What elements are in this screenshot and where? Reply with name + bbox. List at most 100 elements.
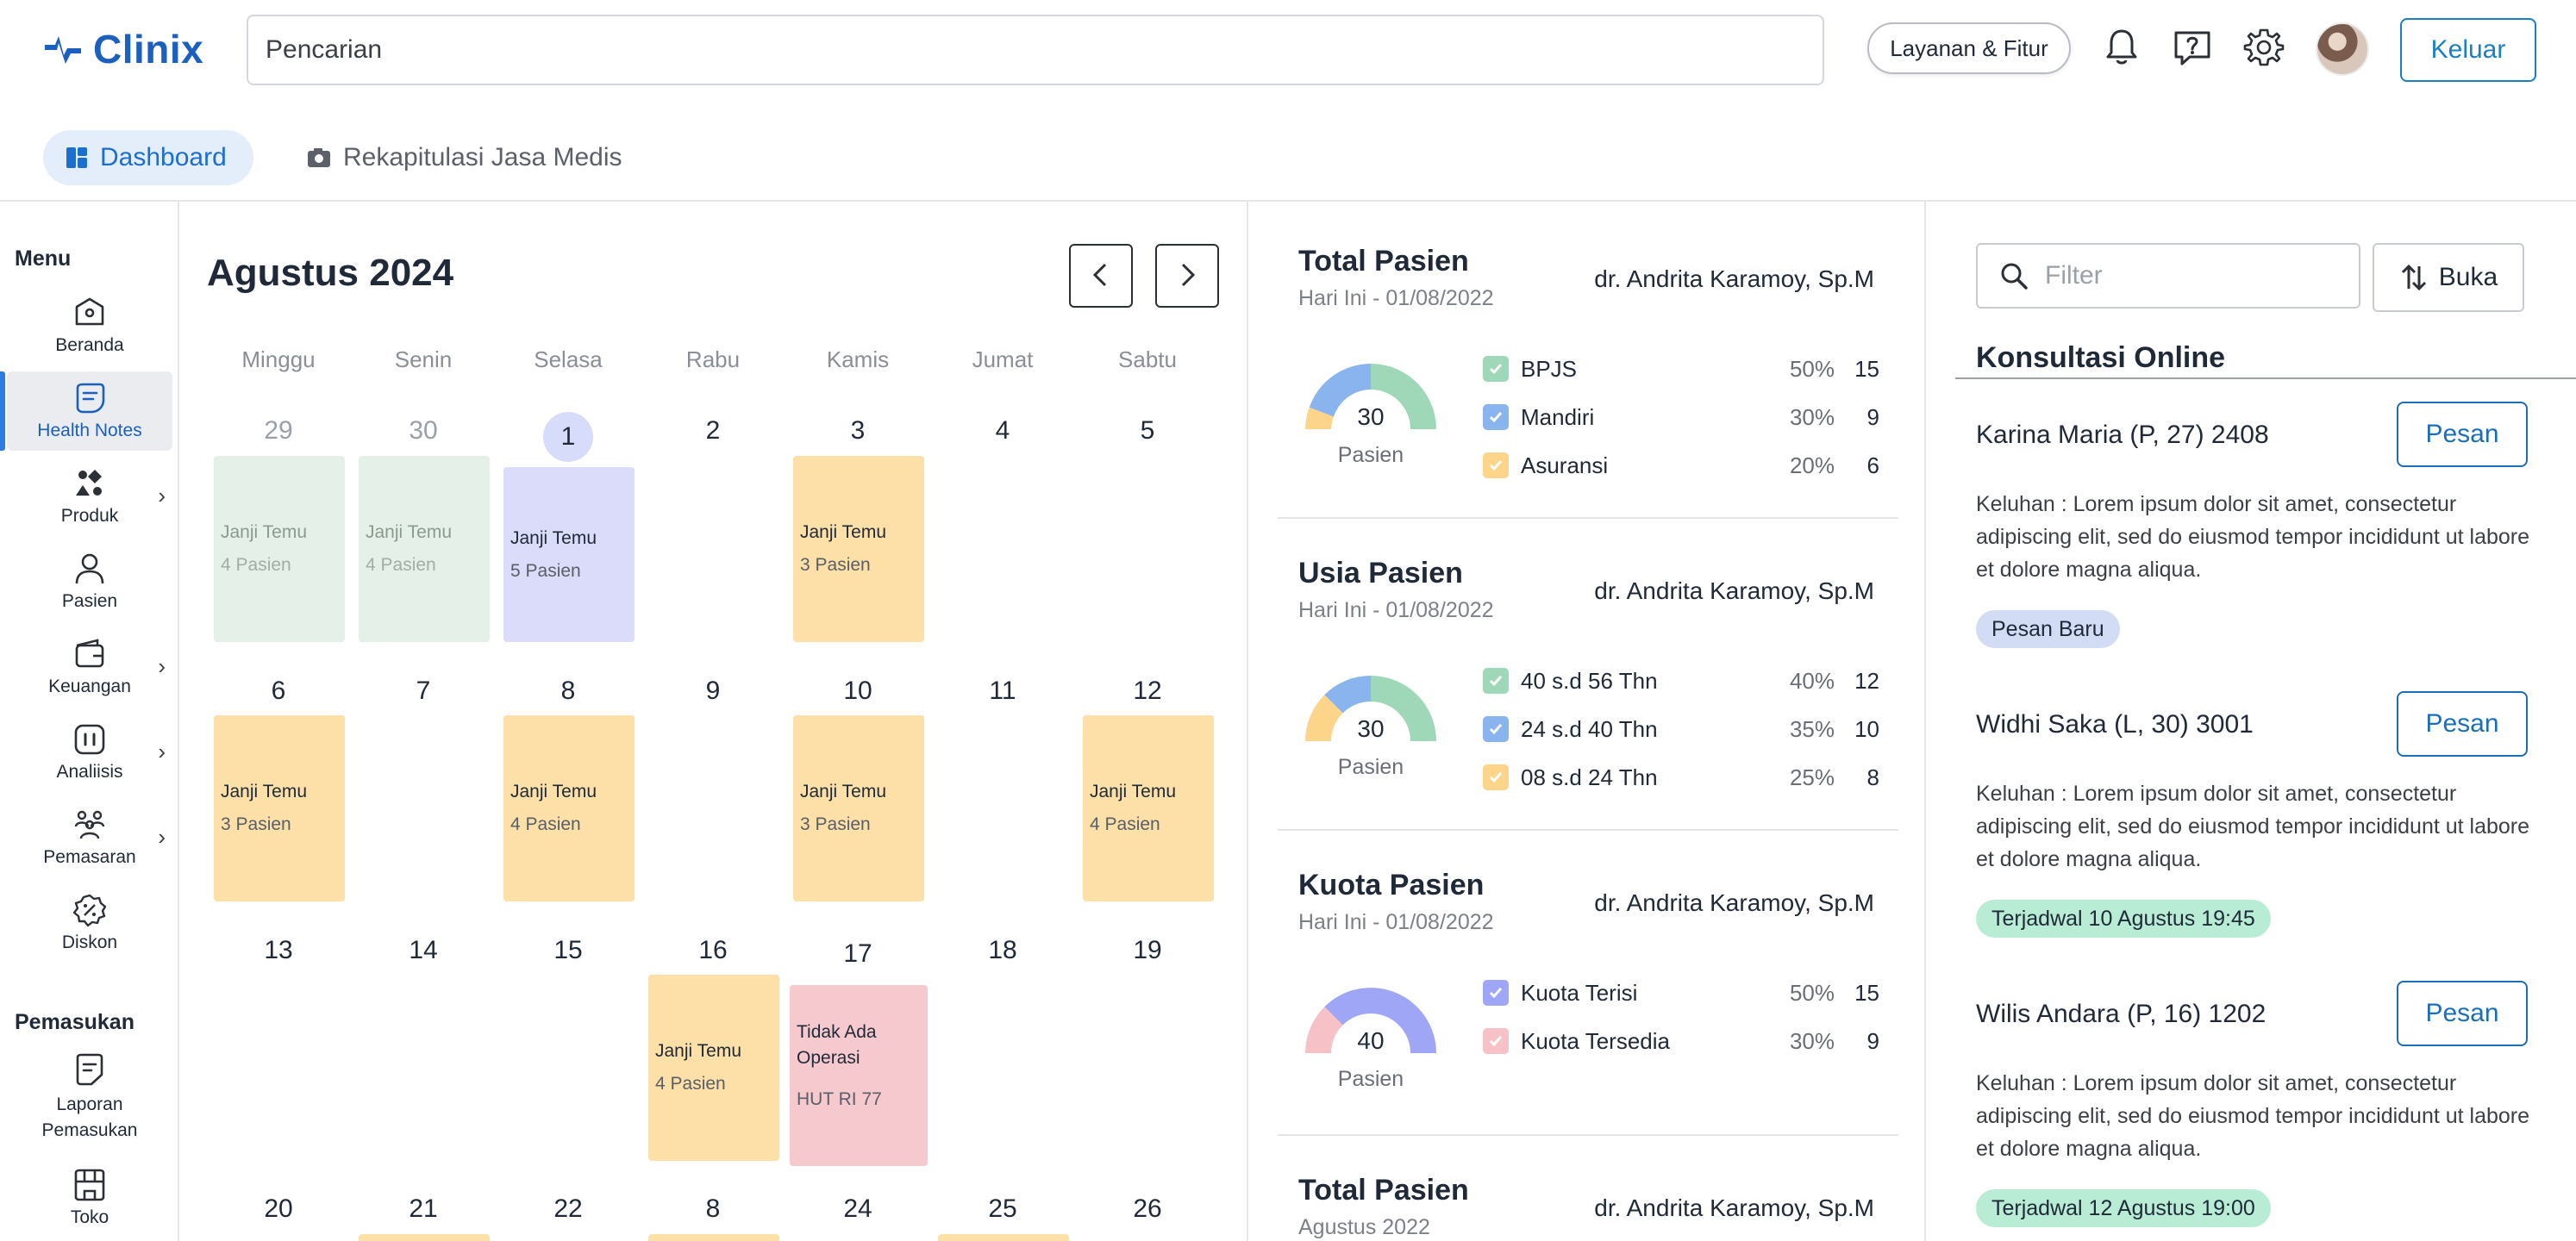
pesan-button[interactable]: Pesan (2397, 981, 2528, 1046)
calendar-day[interactable]: 12 (1075, 677, 1220, 706)
calendar-day[interactable]: 11 (930, 677, 1075, 706)
calendar-day[interactable]: 19 (1075, 936, 1220, 965)
legend-percent: 20% (1789, 452, 1835, 478)
legend-percent: 35% (1789, 715, 1835, 742)
chevron-right-icon (1181, 263, 1196, 286)
calendar-day-today[interactable]: 1 (496, 422, 641, 452)
bell-icon[interactable] (2100, 26, 2143, 69)
sort-button[interactable]: Buka (2373, 243, 2524, 312)
help-icon[interactable] (2171, 26, 2214, 69)
prev-month-button[interactable] (1069, 244, 1133, 308)
calendar-day[interactable]: 21 (351, 1194, 496, 1224)
event-card[interactable]: Janji Temu 5 Pasien (503, 467, 635, 642)
legend-percent: 40% (1789, 667, 1835, 694)
event-card-partial[interactable] (359, 1234, 490, 1241)
legend-row: Kuota Tersedia 30% 9 (1483, 1024, 1879, 1058)
event-card[interactable]: Janji Temu 3 Pasien (214, 715, 345, 901)
sidebar-item-pemasaran[interactable]: Pemasaran › (7, 798, 172, 877)
tab-rekapitulasi[interactable]: Rekapitulasi Jasa Medis (284, 130, 644, 185)
sidebar-item-laporan-pemasukan[interactable]: Laporan Pemasukan (7, 1050, 172, 1146)
legend-row: BPJS 50% 15 (1483, 352, 1879, 386)
card-subtitle: Hari Ini - 01/08/2022 (1298, 910, 1494, 934)
calendar-day[interactable]: 10 (785, 677, 930, 706)
sidebar-item-label: Health Notes (37, 421, 142, 440)
calendar-day[interactable]: 4 (930, 416, 1075, 446)
check-icon (1483, 404, 1509, 430)
calendar-day[interactable]: 20 (206, 1194, 351, 1224)
event-title: Janji Temu (800, 782, 886, 801)
event-card[interactable]: Janji Temu 3 Pasien (793, 715, 924, 901)
calendar-day[interactable]: 7 (351, 677, 496, 706)
legend-percent: 50% (1789, 355, 1835, 382)
calendar-day[interactable]: 17 (785, 939, 930, 969)
tab-label: Rekapitulasi Jasa Medis (343, 143, 622, 171)
sidebar-item-health-notes[interactable]: Health Notes (0, 371, 172, 451)
sidebar-item-produk[interactable]: Produk › (7, 457, 172, 536)
filter-input[interactable]: Filter (1976, 243, 2360, 309)
event-card[interactable]: Janji Temu 3 Pasien (793, 456, 924, 642)
next-month-button[interactable] (1155, 244, 1219, 308)
calendar-day[interactable]: 25 (930, 1194, 1075, 1224)
check-icon (1483, 1028, 1509, 1054)
calendar-day[interactable]: 29 (206, 416, 351, 446)
event-card-partial[interactable] (938, 1234, 1069, 1241)
legend-name: Kuota Tersedia (1521, 1027, 1670, 1054)
weekday-header: Sabtu (1118, 346, 1177, 372)
brand-logo[interactable]: Clinix (43, 26, 203, 72)
event-card[interactable]: Janji Temu 4 Pasien (648, 975, 779, 1161)
event-card[interactable]: Janji Temu 4 Pasien (503, 715, 635, 901)
event-card-holiday[interactable]: Tidak Ada Operasi HUT RI 77 (790, 985, 928, 1166)
tab-dashboard[interactable]: Dashboard (43, 130, 253, 185)
card-doctor: dr. Andrita Karamoy, Sp.M (1594, 889, 1874, 916)
gear-icon[interactable] (2242, 26, 2285, 69)
legend-value: 9 (1866, 1027, 1879, 1054)
divider (1278, 517, 1898, 519)
calendar-day[interactable]: 24 (785, 1194, 930, 1224)
event-card[interactable]: Janji Temu 4 Pasien (1083, 715, 1214, 901)
sidebar-item-pasien[interactable]: Pasien (7, 542, 172, 621)
card-doctor: dr. Andrita Karamoy, Sp.M (1594, 265, 1874, 292)
calendar-day[interactable]: 16 (641, 936, 785, 965)
event-card[interactable]: Janji Temu 4 Pasien (359, 456, 490, 642)
sidebar-item-keuangan[interactable]: Keuangan › (7, 627, 172, 707)
sidebar-item-toko[interactable]: Toko (7, 1158, 172, 1238)
legend-row: Asuransi 20% 6 (1483, 448, 1879, 483)
calendar-day[interactable]: 26 (1075, 1194, 1220, 1224)
stat-card-total-pasien-monthly: Total Pasien Agustus 2022 dr. Andrita Ka… (1278, 1174, 1898, 1241)
stat-card-usia-pasien: Usia Pasien Hari Ini - 01/08/2022 dr. An… (1278, 557, 1898, 790)
pesan-button[interactable]: Pesan (2397, 402, 2528, 467)
calendar-day[interactable]: 8 (641, 1194, 785, 1224)
donut-value: 30 (1357, 715, 1385, 742)
card-subtitle: Agustus 2022 (1298, 1215, 1430, 1239)
legend-value: 9 (1866, 403, 1879, 430)
legend-row: 24 s.d 40 Thn 35% 10 (1483, 712, 1879, 746)
user-avatar[interactable] (2316, 22, 2369, 76)
sidebar-item-diskon[interactable]: Diskon (7, 883, 172, 963)
calendar-day[interactable]: 9 (641, 677, 785, 706)
logout-button[interactable]: Keluar (2400, 18, 2536, 82)
sidebar-item-beranda[interactable]: Beranda (7, 286, 172, 365)
calendar-day[interactable]: 2 (641, 416, 785, 446)
event-title: Tidak Ada Operasi (797, 1022, 877, 1068)
legend-name: 40 s.d 56 Thn (1521, 667, 1658, 694)
calendar-day[interactable]: 18 (930, 936, 1075, 965)
legend-row: 40 s.d 56 Thn 40% 12 (1483, 664, 1879, 698)
search-input[interactable] (247, 15, 1824, 85)
calendar-day[interactable]: 8 (496, 677, 641, 706)
legend-name: Kuota Terisi (1521, 979, 1638, 1006)
calendar-day[interactable]: 13 (206, 936, 351, 965)
event-card-partial[interactable] (648, 1234, 779, 1241)
event-count: 4 Pasien (366, 555, 436, 575)
sidebar-item-analisis[interactable]: Analiisis › (7, 713, 172, 792)
event-card[interactable]: Janji Temu 4 Pasien (214, 456, 345, 642)
services-button[interactable]: Layanan & Fitur (1867, 22, 2071, 74)
calendar-day[interactable]: 22 (496, 1194, 641, 1224)
calendar-day[interactable]: 15 (496, 936, 641, 965)
calendar-day[interactable]: 14 (351, 936, 496, 965)
calendar-day[interactable]: 30 (351, 416, 496, 446)
card-subtitle: Hari Ini - 01/08/2022 (1298, 286, 1494, 310)
pesan-button[interactable]: Pesan (2397, 691, 2528, 757)
calendar-day[interactable]: 3 (785, 416, 930, 446)
calendar-day[interactable]: 6 (206, 677, 351, 706)
calendar-day[interactable]: 5 (1075, 416, 1220, 446)
